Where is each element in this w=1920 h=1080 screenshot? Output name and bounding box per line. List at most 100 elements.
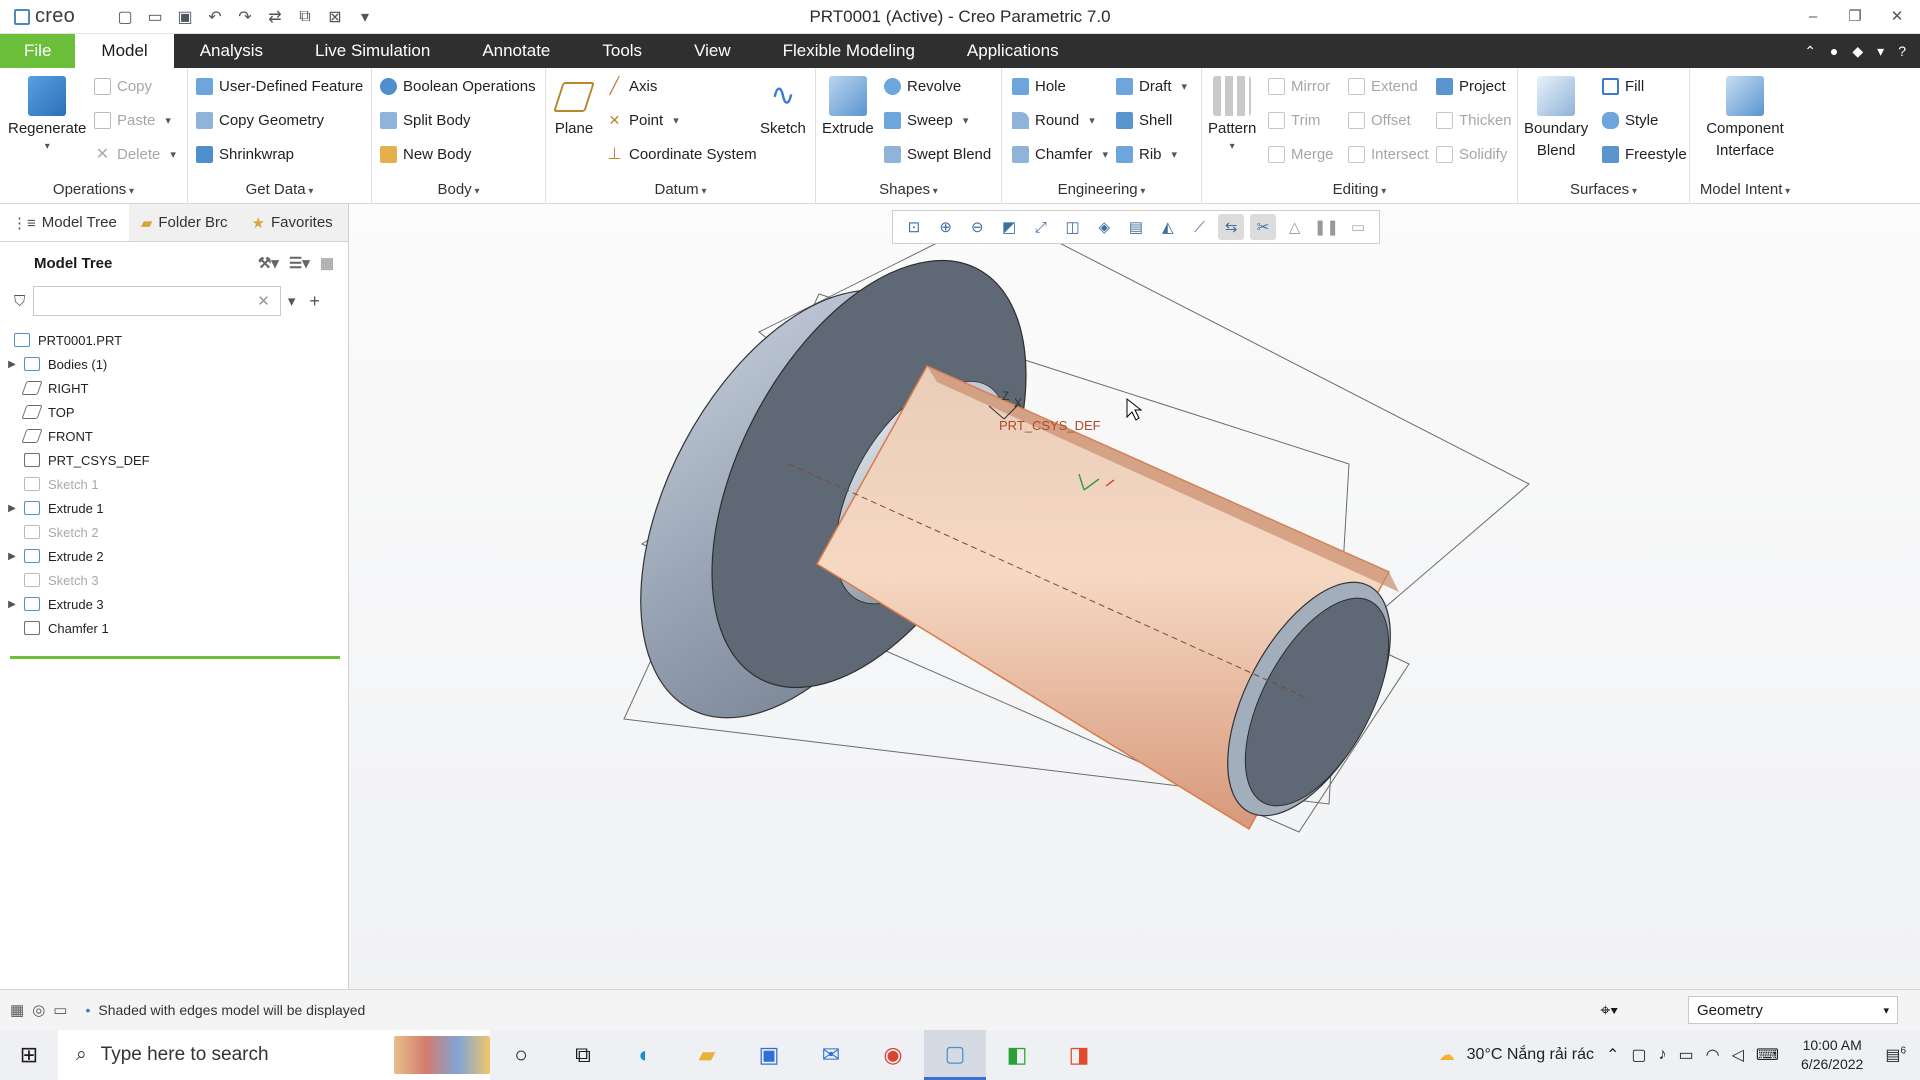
user-defined-feature-button[interactable]: User-Defined Feature — [196, 78, 363, 95]
undo-icon[interactable]: ↶ — [204, 6, 226, 28]
chamfer-button[interactable]: Chamfer — [1012, 146, 1108, 163]
open-folder-icon[interactable]: ▭ — [144, 6, 166, 28]
help-icon[interactable]: ? — [1898, 43, 1906, 59]
new-body-button[interactable]: New Body — [380, 146, 471, 163]
customize-chevron-down-icon[interactable]: ▾ — [354, 6, 376, 28]
shell-button[interactable]: Shell — [1116, 112, 1172, 129]
weather-text[interactable]: 30°C Nắng rải rác — [1467, 1046, 1594, 1064]
point-button[interactable]: ✕ Point — [606, 112, 679, 129]
chevron-down-icon[interactable]: ▾ — [288, 292, 296, 310]
tab-view[interactable]: View — [668, 34, 757, 68]
copy-button[interactable]: Copy — [94, 78, 152, 95]
shrinkwrap-button[interactable]: Shrinkwrap — [196, 146, 294, 163]
show-options-icon[interactable]: ☰▾ — [289, 254, 310, 272]
tab-model-tree[interactable]: ⋮≡ Model Tree — [0, 204, 129, 241]
learning-icon[interactable]: ◆ — [1852, 43, 1863, 60]
tab-analysis[interactable]: Analysis — [174, 34, 289, 68]
tree-settings-icon[interactable]: ⚒▾ — [258, 254, 279, 272]
paste-button[interactable]: Paste — [94, 112, 171, 129]
expand-arrow-icon[interactable]: ▶ — [0, 551, 24, 562]
reorient-icon[interactable]: ⤢ — [1028, 214, 1054, 240]
store-icon[interactable]: ▣ — [738, 1030, 800, 1080]
tree-node[interactable]: Sketch 3 — [0, 568, 348, 592]
tree-node[interactable]: Sketch 2 — [0, 520, 348, 544]
fill-button[interactable]: Fill — [1602, 78, 1644, 95]
new-file-icon[interactable]: ▢ — [114, 6, 136, 28]
perspective-view-icon[interactable]: ◭ — [1155, 214, 1181, 240]
tab-annotate[interactable]: Annotate — [456, 34, 576, 68]
task-view-icon[interactable]: ⧉ — [552, 1030, 614, 1080]
tab-live-simulation[interactable]: Live Simulation — [289, 34, 456, 68]
windows-icon[interactable]: ⧉ — [294, 6, 316, 28]
file-explorer-icon[interactable]: ▰ — [676, 1030, 738, 1080]
revolve-button[interactable]: Revolve — [884, 78, 961, 95]
selection-filter-select[interactable]: Geometry ▾ — [1688, 996, 1898, 1024]
thicken-button[interactable]: Thicken — [1436, 112, 1512, 129]
appearance-icon[interactable]: △ — [1282, 214, 1308, 240]
view-manager-icon[interactable]: ▤ — [1123, 214, 1149, 240]
tree-node[interactable]: TOP — [0, 400, 348, 424]
cortana-icon[interactable]: ○ — [490, 1030, 552, 1080]
tab-folder-browser[interactable]: ▰ Folder Brc — [129, 204, 240, 241]
delete-button[interactable]: ✕ Delete — [94, 146, 176, 163]
copy-geometry-button[interactable]: Copy Geometry — [196, 112, 324, 129]
shapes-group-label[interactable]: Shapes — [816, 181, 1001, 198]
annotation-display-icon[interactable]: ⇆ — [1218, 214, 1245, 240]
notifications-icon[interactable]: ▤6 — [1885, 1045, 1906, 1065]
edge-icon[interactable]: ◐ — [614, 1030, 676, 1080]
tab-favorites[interactable]: ★ Favorites — [240, 204, 345, 241]
surfaces-group-label[interactable]: Surfaces — [1518, 181, 1689, 198]
tree-columns-icon[interactable]: ▦ — [320, 254, 334, 272]
camtasia-green-icon[interactable]: ◧ — [986, 1030, 1048, 1080]
meet-now-icon[interactable]: ▢ — [1631, 1045, 1646, 1065]
battery-icon[interactable]: ▭ — [1679, 1045, 1694, 1065]
regenerate-icon[interactable]: ⇄ — [264, 6, 286, 28]
zoom-out-icon[interactable]: ⊖ — [964, 214, 990, 240]
graphics-window[interactable]: Z X PRT_CSYS_DEF ⊡ ⊕ ⊖ ◩ ⤢ ◫ ◈ ▤ ◭ ⟋ ⇆ ✂… — [349, 204, 1920, 989]
tree-node[interactable]: Chamfer 1 — [0, 616, 348, 640]
chevron-down-icon[interactable]: ▾ — [1877, 43, 1884, 60]
repaint-icon[interactable]: ◩ — [996, 214, 1022, 240]
component-interface-button[interactable]: Component Interface — [1694, 76, 1796, 160]
draft-button[interactable]: Draft — [1116, 78, 1187, 95]
sketch-button[interactable]: ∿ Sketch — [760, 76, 806, 137]
tab-flexible-modeling[interactable]: Flexible Modeling — [757, 34, 941, 68]
offset-button[interactable]: Offset — [1348, 112, 1411, 129]
close-window-icon[interactable]: ⊠ — [324, 6, 346, 28]
volume-icon[interactable]: ◁ — [1732, 1045, 1744, 1065]
browser-toggle-icon[interactable]: ◎ — [32, 1001, 45, 1019]
extrude-button[interactable]: Extrude — [822, 76, 874, 137]
microphone-icon[interactable]: ♪ — [1659, 1046, 1667, 1064]
creo-taskbar-icon[interactable]: ▢ — [924, 1030, 986, 1080]
add-icon[interactable]: + — [309, 291, 320, 312]
hole-button[interactable]: Hole — [1012, 78, 1066, 95]
engineering-group-label[interactable]: Engineering — [1002, 181, 1201, 198]
pause-icon[interactable]: ❚❚ — [1314, 214, 1340, 240]
clear-search-icon[interactable]: ✕ — [257, 292, 270, 310]
tree-search-input[interactable] — [33, 286, 282, 316]
operations-group-label[interactable]: Operations — [0, 181, 187, 198]
saved-orientations-icon[interactable]: ◈ — [1091, 214, 1117, 240]
insert-indicator[interactable] — [10, 656, 340, 659]
round-button[interactable]: Round — [1012, 112, 1095, 129]
filter-icon[interactable]: ⛉ — [14, 293, 25, 310]
tree-node[interactable]: ▶ Extrude 1 — [0, 496, 348, 520]
start-button[interactable]: ⊞ — [0, 1030, 58, 1080]
tree-node[interactable]: ▶ Extrude 2 — [0, 544, 348, 568]
mail-icon[interactable]: ✉ — [800, 1030, 862, 1080]
freestyle-button[interactable]: Freestyle — [1602, 146, 1687, 163]
split-body-button[interactable]: Split Body — [380, 112, 471, 129]
boolean-operations-button[interactable]: Boolean Operations — [380, 78, 536, 95]
coordinate-system-button[interactable]: ⊥ Coordinate System — [606, 146, 757, 163]
display-style-icon[interactable]: ◫ — [1060, 214, 1086, 240]
plane-button[interactable]: Plane — [553, 76, 595, 137]
close-icon[interactable]: ✕ — [1886, 4, 1908, 28]
tree-node[interactable]: RIGHT — [0, 376, 348, 400]
weather-icon[interactable]: ☁ — [1439, 1045, 1455, 1065]
tree-node[interactable]: ▶ Bodies (1) — [0, 352, 348, 376]
tab-applications[interactable]: Applications — [941, 34, 1085, 68]
full-screen-icon[interactable]: ▭ — [53, 1001, 67, 1019]
tree-node[interactable]: PRT0001.PRT — [0, 328, 348, 352]
clock[interactable]: 10:00 AM 6/26/2022 — [1801, 1036, 1863, 1074]
pattern-button[interactable]: Pattern ▾ — [1208, 76, 1256, 152]
